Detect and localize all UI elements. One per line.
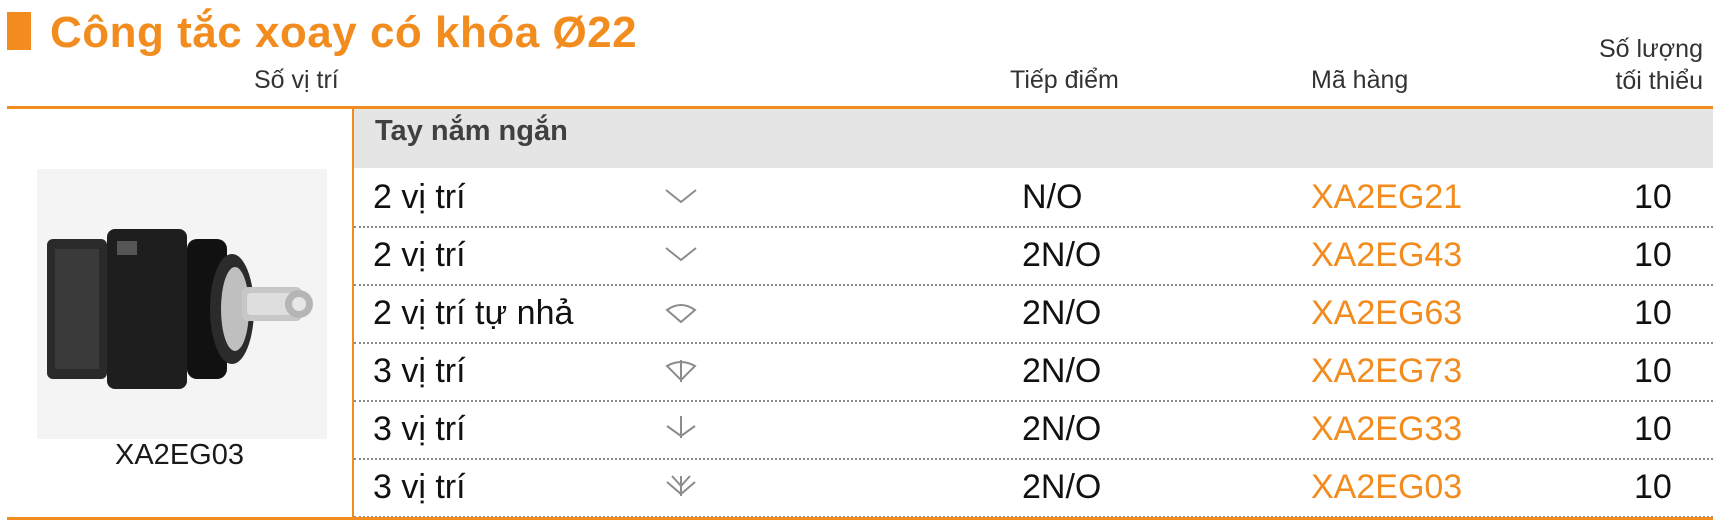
three-position-spring-icon [665, 360, 697, 382]
table-row: 3 vị trí 2N/O XA2EG33 10 [354, 400, 1713, 460]
min-qty-cell: 10 [1634, 468, 1672, 506]
min-qty-cell: 10 [1634, 236, 1672, 274]
header-min-qty: Số lượng tối thiểu [1599, 33, 1703, 97]
rotary-key-switch-image [37, 169, 327, 439]
title-accent-bar [7, 12, 31, 50]
product-code-link[interactable]: XA2EG33 [1311, 410, 1462, 449]
section-label: Tay nắm ngắn [375, 115, 568, 147]
header-contacts: Tiếp điểm [1010, 66, 1119, 94]
min-qty-cell: 10 [1634, 178, 1672, 216]
three-position-icon [666, 475, 696, 496]
product-code: XA2EG03 [115, 439, 244, 471]
header-min-qty-line1: Số lượng [1598, 35, 1703, 63]
min-qty-cell: 10 [1634, 352, 1672, 390]
positions-cell: 2 vị trí [373, 178, 466, 216]
positions-cell: 3 vị trí [373, 352, 466, 390]
contacts-cell: 2N/O [1022, 352, 1102, 390]
product-code-link[interactable]: XA2EG63 [1311, 294, 1462, 333]
table-row: 3 vị trí 2N/O XA2EG03 10 [354, 458, 1713, 518]
two-position-icon [665, 189, 697, 204]
positions-cell: 3 vị trí [373, 468, 466, 506]
spring-return-icon [665, 304, 697, 324]
contacts-cell: 2N/O [1022, 410, 1102, 448]
contacts-cell: 2N/O [1022, 468, 1102, 506]
three-position-icon [666, 416, 696, 438]
table-row: 2 vị trí N/O XA2EG21 10 [354, 168, 1713, 228]
page-title: Công tắc xoay có khóa Ø22 [50, 8, 638, 57]
header-positions: Số vị trí [254, 66, 339, 94]
table-row: 3 vị trí 2N/O XA2EG73 10 [354, 342, 1713, 402]
header-code: Mã hàng [1311, 66, 1409, 94]
section-header: Tay nắm ngắn [354, 109, 1713, 168]
min-qty-cell: 10 [1634, 294, 1672, 332]
product-code-link[interactable]: XA2EG43 [1311, 236, 1462, 275]
table-row: 2 vị trí 2N/O XA2EG43 10 [354, 226, 1713, 286]
product-panel: XA2EG03 [7, 109, 352, 520]
min-qty-cell: 10 [1634, 410, 1672, 448]
positions-cell: 3 vị trí [373, 410, 466, 448]
positions-cell: 2 vị trí [373, 236, 466, 274]
contacts-cell: 2N/O [1022, 294, 1102, 332]
product-code-link[interactable]: XA2EG73 [1311, 352, 1462, 391]
table-row: 2 vị trí tự nhả 2N/O XA2EG63 10 [354, 284, 1713, 344]
product-code-link[interactable]: XA2EG21 [1311, 178, 1462, 217]
contacts-cell: 2N/O [1022, 236, 1102, 274]
positions-cell: 2 vị trí tự nhả [373, 294, 574, 332]
contacts-cell: N/O [1022, 178, 1083, 216]
two-position-icon [665, 247, 697, 262]
product-code-link[interactable]: XA2EG03 [1311, 468, 1462, 507]
header-min-qty-line2: tối thiểu [1615, 67, 1703, 95]
